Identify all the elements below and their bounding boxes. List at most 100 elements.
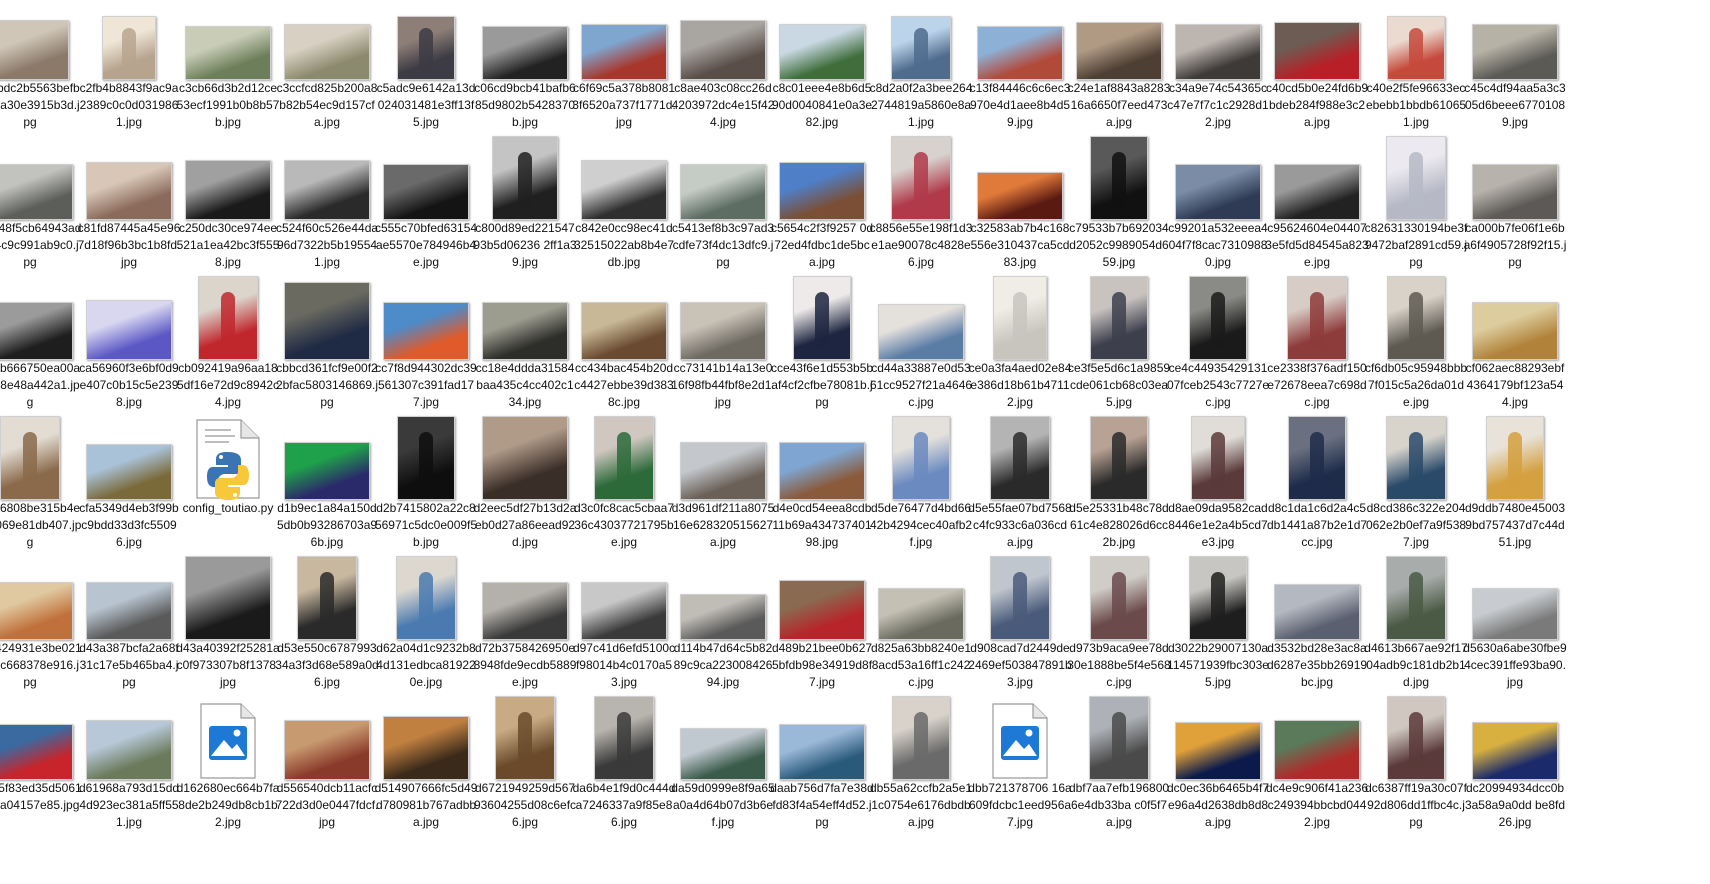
file-item[interactable]: c8856e55e198f1d3e1ae90078c4828e6.jpg — [869, 136, 973, 278]
file-item[interactable]: c32583ab7b4c168556e310437ca5cd83.jpg — [968, 138, 1072, 278]
file-item[interactable]: dc4e9c906f41a236c249394bbcbd0442.jpg — [1265, 698, 1369, 838]
file-item[interactable]: da59d0999e8f9a65a0a4d64b07d3b6ef.jpg — [671, 698, 775, 838]
file-item[interactable]: c2fb4b8843f9ac9a2389c0c0d0319861.jpg — [77, 0, 181, 138]
file-item[interactable]: d162680ec664b7fa8de2b249db8cb1b2.jpg — [176, 698, 280, 838]
file-item[interactable]: d8ae09da9582cad8446e1e2a4b5cd7e3.jpg — [1166, 416, 1270, 558]
file-item[interactable]: c95624604e044073e5fd5d84545a823e.jpg — [1265, 138, 1369, 278]
file-item[interactable]: cce43f6e1d553b5baf4cf2cfbe78081b.jpg — [770, 276, 874, 418]
file-item[interactable]: c555c70bfed63154ae5570e784946b4e.jpg — [374, 138, 478, 278]
file-item[interactable]: d908cad7d2449de2469ef503847891b3.jpg — [968, 556, 1072, 698]
file-item[interactable]: d3c0fc8cac5cbaa736c43037721795be.jpg — [572, 416, 676, 558]
file-item[interactable]: d8c1da1c6d2a4c5db1441a87b2e1d7cc.jpg — [1265, 416, 1369, 558]
file-item[interactable]: d4613b667ae92f1704adb9c181db2b1d.jpg — [1364, 556, 1468, 698]
file-item[interactable]: d973b9aca9ee78d30e1888be5f4e568c.jpg — [1067, 556, 1171, 698]
file-item[interactable]: c250dc30ce974ee521a1ea42bc3f5558.jpg — [176, 138, 280, 278]
file-item[interactable]: cbbcd361fcf9e00f22bfac5803146869.jpg — [275, 278, 379, 418]
file-item[interactable]: dbf7aa7efb1968006e4db33ba c0f5f7a.jpg — [1067, 696, 1171, 838]
file-item[interactable]: d5630a6abe30fbe94cec391ffe93ba90.jpg — [1463, 558, 1567, 698]
person-figure — [914, 712, 928, 769]
file-item[interactable]: c6f69c5a378b80813f6520a737f1771d.jpg — [572, 0, 676, 138]
file-item[interactable]: c82631330194be3f9472baf2891cd59.jpg — [1364, 136, 1468, 278]
file-item[interactable]: d5e55fae07bd7568c4fc933c6a036cda.jpg — [968, 416, 1072, 558]
file-item[interactable]: d2b7415802a22c856971c5dc0e009f5b.jpg — [374, 416, 478, 558]
file-item[interactable]: d43a40392f25281ac0f973307b8f1378.jpg — [176, 556, 280, 698]
file-item[interactable]: c24e1af8843a828316a6650f7eed473a.jpg — [1067, 0, 1171, 138]
file-item[interactable]: cc434bac454b20dc4427ebbe39d3838c.jpg — [572, 278, 676, 418]
file-item[interactable]: 1876808be315b4e73f069e81db407.jpg — [0, 416, 82, 558]
file-item[interactable]: c99201a532eeea404f7f8cac73109880.jpg — [1166, 138, 1270, 278]
file-item[interactable]: c45c4df94aa5a3c305d6beee67701089.jpg — [1463, 0, 1567, 138]
file-thumbnail-area — [81, 418, 177, 500]
file-item[interactable]: d1b9ec1a84a150d5db0b93286703a96b.jpg — [275, 418, 379, 558]
file-item[interactable]: d3532bd28e3ac8ad6287e35bb26919bc.jpg — [1265, 558, 1369, 698]
file-item[interactable]: cc7f8d944302dc39561307c391fad177.jpg — [374, 278, 478, 418]
file-item[interactable]: ce2338f376adf150e72678eea7c698dc.jpg — [1265, 276, 1369, 418]
file-item[interactable]: c8c01eee4e8b6d590d0040841e0a3e82.jpg — [770, 0, 874, 138]
file-item[interactable]: d556540dcb11acfc722d3d0e0447fdcf.jpg — [275, 698, 379, 838]
file-item[interactable]: dbb721378706 16a609fdcbc1eed956a7.jpg — [968, 698, 1072, 838]
file-item[interactable]: d5e25331b48c78d61c4e828026d6cc2b.jpg — [1067, 416, 1171, 558]
file-item[interactable]: config_toutiao.py — [176, 418, 280, 558]
file-item[interactable]: c40e2f5fe96633ecebebb1bbdb610651.jpg — [1364, 0, 1468, 138]
file-item[interactable]: dc20994934dcc0b3a58a9a0dd be8fd26.jpg — [1463, 698, 1567, 838]
file-item[interactable]: cc18e4ddda31584baa435c4cc402c134.jpg — [473, 278, 577, 418]
file-item[interactable]: cf062aec88293ebf4364179bf123a544.jpg — [1463, 278, 1567, 418]
file-item[interactable]: 7755f83ed35d5061cf3fa04157e85.jpg — [0, 698, 82, 838]
file-item[interactable]: dc0ec36b6465b4f7e96a4d2638db8d8a.jpg — [1166, 698, 1270, 838]
file-item[interactable]: c524f60c526e44da96d7322b5b195541.jpg — [275, 138, 379, 278]
file-item[interactable]: c5413ef8b3c97ad3cdfe73f4dc13dfc9.jpg — [671, 138, 775, 278]
file-item[interactable]: cfa5349d4eb3f99bc9bdd33d3fc55096.jpg — [77, 418, 181, 558]
file-item[interactable]: cf6db05c95948bbb7f015c5a26da01de.jpg — [1364, 276, 1468, 418]
file-item[interactable]: d9ddb7480e450039bd757437d7c44d51.jpg — [1463, 416, 1567, 558]
file-item[interactable]: c79533b7b692034d2052c9989054d659.jpg — [1067, 136, 1171, 278]
file-item[interactable]: 2f0bdc2b5563befb66ea30e3915b3d.jpg — [0, 0, 82, 138]
file-item[interactable]: ca000b7fe06f1e6ba6f4905728f92f15.jpg — [1463, 138, 1567, 278]
file-item[interactable]: d61968a793d15dd4d923ec381a5ff551.jpg — [77, 698, 181, 838]
file-item[interactable]: c3cb66d3b2d12ce53ecf1991b0b8b57b.jpg — [176, 0, 280, 138]
file-item[interactable]: d825a63bb8240e18acd53a16ff1c242c.jpg — [869, 558, 973, 698]
file-item[interactable]: cb092419a96aa185df16e72d9c8942c4.jpg — [176, 276, 280, 418]
file-item[interactable]: d514907666fc5d49d780981b767adbba.jpg — [374, 698, 478, 838]
file-item[interactable]: c5adc9e6142a13d024031481e3ff13f5.jpg — [374, 0, 478, 138]
file-item[interactable]: c34a9e74c54365cc47e7f7c1c2928d12.jpg — [1166, 0, 1270, 138]
file-item[interactable]: d489b21bee0b6275bfdb98e34919d8f7.jpg — [770, 558, 874, 698]
file-item[interactable]: d72b3758426950e8948fde9ecdb5889e.jpg — [473, 558, 577, 698]
file-item[interactable]: c842e0cc98ec41d32515022ab8b4e7db.jpg — [572, 138, 676, 278]
file-item[interactable]: c5654c2f3f9257 0d72ed4fdbc1de5bca.jpg — [770, 138, 874, 278]
file-item[interactable]: c800d89ed22154793b5d06236 2ff1a39.jpg — [473, 136, 577, 278]
file-item[interactable]: d43a387bcfa2a68f31c17e5b465ba4.jpg — [77, 558, 181, 698]
file-item[interactable]: 1e0b666750ea00a4a88e48a442a1.jpg — [0, 278, 82, 418]
file-item[interactable]: c06cd9bcb41bafb685d9802b5428370b.jpg — [473, 0, 577, 138]
file-item[interactable]: c40cd5b0e24fd6b9bdeb284f988e3c2a.jpg — [1265, 0, 1369, 138]
file-item[interactable]: ce4c4493542913107fceb2543c7727ec.jpg — [1166, 276, 1270, 418]
file-item[interactable]: d62a04d1c9232b84d131edbca819220e.jpg — [374, 556, 478, 698]
file-item[interactable]: d2eec5df27b13d2aeb0d27a86eead92d.jpg — [473, 416, 577, 558]
file-item[interactable]: 70b48f5cb64943ad244c9c991ab9c0.jpg — [0, 138, 82, 278]
file-item[interactable]: daab756d7fa7e38dfd83f4a54eff4d52.jpg — [770, 698, 874, 838]
file-item[interactable]: d4e0cd54eea8cdb11b69a43473740198.jpg — [770, 418, 874, 558]
file-item[interactable]: d3022b29007130a114571939fbc303e5.jpg — [1166, 556, 1270, 698]
file-item[interactable]: d5de76477d4bd6642b4294cec40afb2f.jpg — [869, 416, 973, 558]
file-item[interactable]: d114b47d64c5b8289c9ca22300842694.jpg — [671, 558, 775, 698]
file-item[interactable]: dc6387ff19a30c07f92d806dd1ffbc4c.jpg — [1364, 696, 1468, 838]
file-item[interactable]: cd44a33887e0d5361cc9527f21a4646c.jpg — [869, 278, 973, 418]
file-item[interactable]: d6721949259d56793604255d08c6efc6.jpg — [473, 696, 577, 838]
file-item[interactable]: d53e550c678799334a3f3d68e589a0d6.jpg — [275, 556, 379, 698]
file-item[interactable]: cc73141b14a13e016f98fb44fbf8e2d1.jpg — [671, 278, 775, 418]
file-item[interactable]: c81fd87445a45e967d18f96b3bc1b8fd.jpg — [77, 138, 181, 278]
file-item[interactable]: d3d961df211a807516e628320515627a.jpg — [671, 418, 775, 558]
file-name-label: c45c4df94aa5a3c305d6beee67701089.jpg — [1464, 81, 1566, 129]
file-item[interactable]: d97c41d6efd5100cf98014b4c0170a53.jpg — [572, 558, 676, 698]
file-item[interactable]: da6b4e1f9d0c444da7246337a9f85e86.jpg — [572, 696, 676, 838]
file-item[interactable]: ce3f5e5d6c1a9859cde061cb68c03ea5.jpg — [1067, 276, 1171, 418]
file-item[interactable]: c8ae403c08cc26d4203972dc4e15f424.jpg — [671, 0, 775, 138]
file-thumbnail-area — [675, 278, 771, 360]
file-item[interactable]: db55a62ccfb2a5e11c0754e6176dbdba.jpg — [869, 696, 973, 838]
file-item[interactable]: ca56960f3e6bf0d9e407c0b15c5e2398.jpg — [77, 278, 181, 418]
file-item[interactable]: d8cd386c322e204062e2b0ef7a9f5387.jpg — [1364, 416, 1468, 558]
file-item[interactable]: c3ccfcd825b200a8b82b54ec9d157cfa.jpg — [275, 0, 379, 138]
file-item[interactable]: c8d2a0f2a3bee2642744819a5860e8a1.jpg — [869, 0, 973, 138]
file-item[interactable]: ce0a3fa4aed02e84e386d18b61b47112.jpg — [968, 276, 1072, 418]
file-item[interactable]: 15f424931e3be0219c8c668378e916.jpg — [0, 558, 82, 698]
file-item[interactable]: c13f84446c6c6ec3970e4d1aee8b4d59.jpg — [968, 0, 1072, 138]
